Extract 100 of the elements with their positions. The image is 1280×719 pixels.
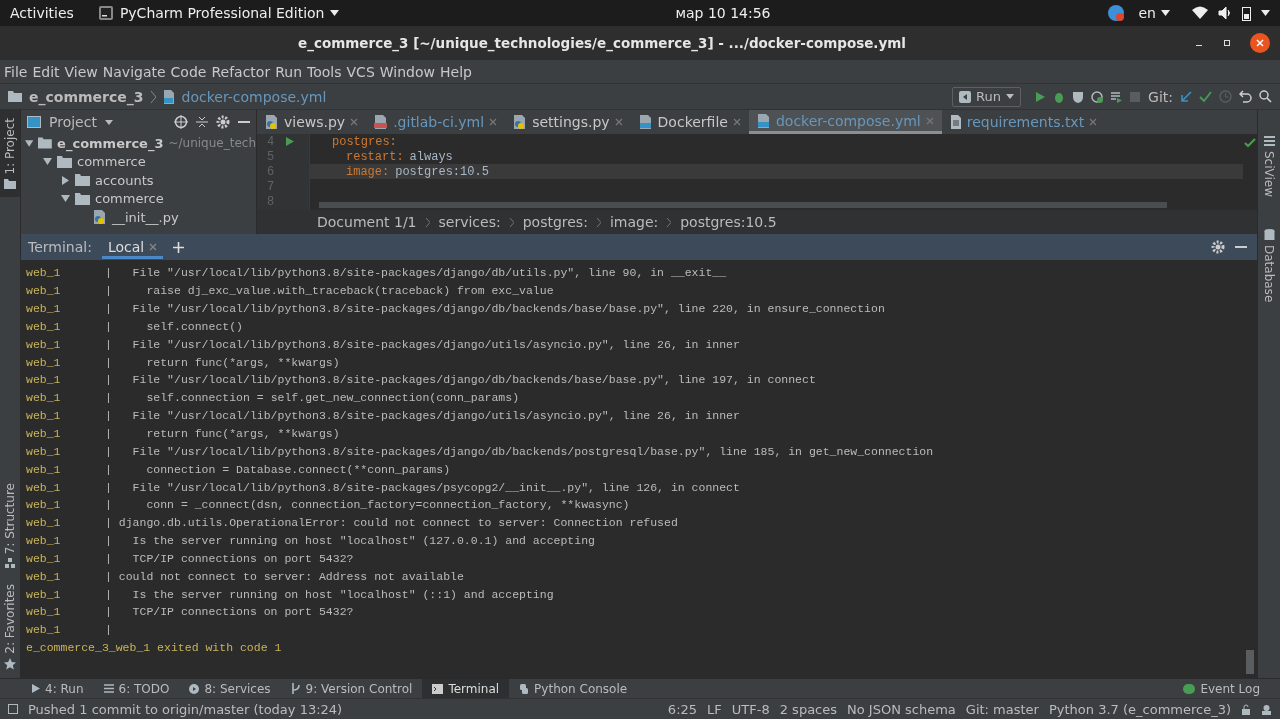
play-icon[interactable] [1034, 90, 1047, 103]
container-name: web_1 [26, 551, 61, 565]
shield-icon[interactable] [1072, 90, 1085, 103]
run-gutter-icon[interactable] [286, 137, 295, 146]
tool-window-tab[interactable]: 9: Version Control [280, 679, 423, 698]
menu-item[interactable]: Code [170, 63, 207, 80]
app-menu[interactable]: PyCharm Professional Edition [119, 5, 325, 21]
tree-item[interactable]: __init__.py [112, 209, 179, 225]
wifi-icon[interactable] [1192, 6, 1208, 20]
status-item[interactable]: LF [707, 701, 722, 717]
pipe-separator: | [105, 266, 112, 280]
locate-icon[interactable] [174, 115, 188, 129]
tool-window-tab[interactable]: Database [1258, 203, 1280, 309]
tool-window-tab[interactable]: 7: Structure [0, 474, 20, 577]
lock-icon[interactable] [1241, 703, 1251, 715]
caret-icon[interactable] [330, 10, 340, 16]
menu-item[interactable]: Help [440, 63, 472, 80]
status-item[interactable]: UTF-8 [731, 701, 770, 717]
log-text: return func(*args, **kwargs) [146, 427, 340, 440]
activities-button[interactable]: Activities [10, 5, 74, 21]
breadcrumb-item[interactable]: image: [609, 214, 659, 230]
tool-window-tab[interactable]: Python Console [509, 679, 638, 698]
checkmark-icon [1244, 138, 1256, 148]
menu-item[interactable]: VCS [346, 63, 375, 80]
add-icon[interactable] [173, 241, 185, 253]
tree-item[interactable]: e_commerce_3 [57, 135, 164, 151]
collapse-icon[interactable] [196, 115, 208, 129]
undo-icon[interactable] [1239, 90, 1252, 103]
status-item[interactable]: Python 3.7 (e_commerce_3) [1048, 701, 1231, 717]
tool-window-tab[interactable]: Terminal [422, 679, 510, 698]
menu-item[interactable]: Tools [307, 63, 342, 80]
scrollbar-thumb[interactable] [1246, 650, 1254, 674]
expand-arrow-icon[interactable] [43, 157, 52, 167]
editor-tab[interactable]: settings.py [505, 110, 631, 134]
checkmark-icon[interactable] [1199, 90, 1212, 103]
expand-arrow-icon[interactable] [25, 138, 34, 148]
container-name: web_1 [26, 391, 61, 405]
container-name: web_1 [26, 302, 61, 316]
breadcrumb-item[interactable]: docker-compose.yml [181, 88, 327, 105]
profiler-icon[interactable] [1091, 90, 1104, 103]
pipe-separator: | [105, 337, 112, 351]
caret-icon[interactable] [1161, 10, 1170, 16]
list-run-icon[interactable] [1110, 90, 1123, 103]
tool-window-tab[interactable]: 8: Services [179, 679, 281, 698]
menu-item[interactable]: Refactor [211, 63, 271, 80]
notification-icon[interactable] [1106, 4, 1125, 22]
caret-icon[interactable] [1261, 10, 1270, 16]
clock[interactable]: мар 10 14:56 [675, 5, 771, 21]
expand-arrow-icon[interactable] [61, 175, 70, 185]
python-file-icon [513, 115, 528, 129]
status-item[interactable]: 6:25 [667, 701, 698, 717]
settings-icon[interactable] [216, 115, 230, 129]
container-name: web_1 [26, 427, 61, 440]
tool-window-tab[interactable]: 2: Favorites [0, 576, 20, 678]
volume-icon[interactable] [1218, 6, 1232, 20]
breadcrumb-item[interactable]: postgres: [522, 214, 588, 230]
inspector-icon[interactable] [1261, 703, 1272, 715]
tool-window-tab[interactable]: 4: Run [22, 679, 94, 698]
menu-item[interactable]: Navigate [102, 63, 166, 80]
menu-item[interactable]: View [64, 63, 98, 80]
tool-window-tab[interactable]: SciView [1258, 110, 1280, 204]
breadcrumb-item[interactable]: e_commerce_3 [29, 88, 144, 105]
editor-tab[interactable]: views.py [257, 110, 367, 134]
tree-item[interactable]: accounts [95, 172, 154, 188]
run-config-dropdown[interactable]: Run [952, 86, 1022, 107]
status-item[interactable]: Git: master [965, 701, 1039, 717]
menu-item[interactable]: Run [275, 63, 303, 80]
status-item[interactable]: No JSON schema [847, 701, 956, 717]
breadcrumb-item[interactable]: postgres:10.5 [680, 214, 777, 230]
editor-tab[interactable]: Dockerfile [630, 110, 749, 134]
bug-icon[interactable] [1053, 90, 1066, 103]
tree-item[interactable]: commerce [95, 191, 164, 207]
editor-tab[interactable]: requirements.txt [941, 110, 1106, 134]
status-window-icon[interactable] [8, 704, 18, 714]
menu-item[interactable]: Window [379, 63, 435, 80]
maximize-icon[interactable] [1222, 38, 1232, 48]
language-menu[interactable]: en [1138, 5, 1156, 21]
menu-item[interactable]: File [4, 63, 28, 80]
structure-icon [5, 558, 15, 569]
editor-tab[interactable]: .gitlab-ci.yml [366, 110, 506, 134]
tree-item[interactable]: commerce [77, 154, 146, 170]
menu-item[interactable]: Edit [32, 63, 60, 80]
breadcrumb-item[interactable]: Document 1/1 [317, 214, 417, 230]
search-icon[interactable] [1259, 90, 1272, 103]
folder-icon [38, 137, 53, 150]
settings-icon[interactable] [1211, 240, 1225, 254]
project-view-dropdown[interactable]: Project [49, 114, 97, 130]
close-icon[interactable] [1250, 33, 1270, 53]
folder-icon [8, 91, 22, 102]
expand-arrow-icon[interactable] [61, 194, 70, 204]
update-arrow-icon[interactable] [1180, 90, 1192, 103]
battery-icon[interactable] [1242, 5, 1251, 21]
horizontal-scrollbar[interactable] [319, 202, 1167, 208]
status-item[interactable]: 2 spaces [779, 701, 838, 717]
tool-window-tab[interactable]: 1: Project [0, 110, 20, 197]
event-log-tab[interactable]: Event Log [1173, 679, 1270, 698]
tool-window-tab[interactable]: 6: TODO [93, 679, 180, 698]
folder-icon [4, 178, 16, 189]
breadcrumb-item[interactable]: services: [438, 214, 501, 230]
session-tab[interactable]: Local [101, 235, 164, 259]
